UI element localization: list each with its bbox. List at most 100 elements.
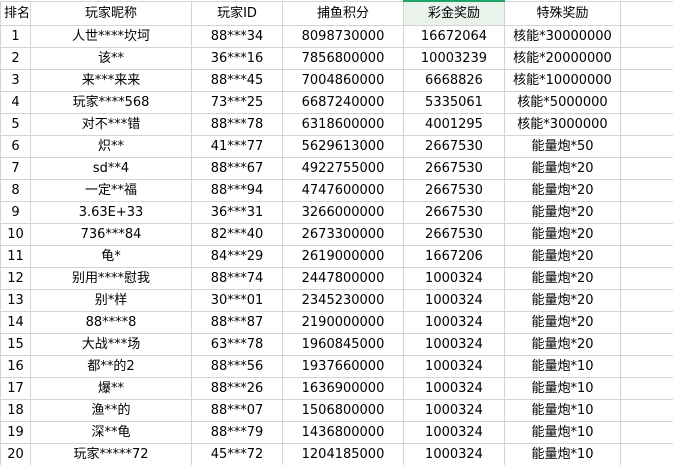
jackpot-cell[interactable]: 6668826 <box>403 69 505 92</box>
jackpot-cell[interactable]: 5335061 <box>403 91 505 114</box>
score-cell[interactable]: 3266000000 <box>282 201 404 224</box>
empty-cell[interactable] <box>620 201 673 224</box>
score-cell[interactable]: 7856800000 <box>282 47 404 70</box>
jackpot-cell[interactable]: 1000324 <box>403 443 505 465</box>
jackpot-cell[interactable]: 1000324 <box>403 333 505 356</box>
player-id-cell[interactable]: 88***07 <box>191 399 283 422</box>
player-id-cell[interactable]: 36***31 <box>191 201 283 224</box>
rank-cell[interactable]: 9 <box>0 201 31 224</box>
nickname-cell[interactable]: 深**龟 <box>30 421 192 444</box>
empty-cell[interactable] <box>620 91 673 114</box>
rank-cell[interactable]: 17 <box>0 377 31 400</box>
empty-cell[interactable] <box>620 223 673 246</box>
score-cell[interactable]: 1436800000 <box>282 421 404 444</box>
empty-cell[interactable] <box>620 135 673 158</box>
rank-cell[interactable]: 5 <box>0 113 31 136</box>
jackpot-cell[interactable]: 1000324 <box>403 311 505 334</box>
player-id-cell[interactable]: 63***78 <box>191 333 283 356</box>
special-cell[interactable]: 能量炮*10 <box>504 443 621 465</box>
special-cell[interactable]: 能量炮*10 <box>504 355 621 378</box>
jackpot-cell[interactable]: 1000324 <box>403 355 505 378</box>
rank-cell[interactable]: 2 <box>0 47 31 70</box>
empty-cell[interactable] <box>620 377 673 400</box>
nickname-cell[interactable]: 大战***场 <box>30 333 192 356</box>
score-cell[interactable]: 1506800000 <box>282 399 404 422</box>
rank-cell[interactable]: 18 <box>0 399 31 422</box>
rank-cell[interactable]: 13 <box>0 289 31 312</box>
empty-cell[interactable] <box>620 157 673 180</box>
rank-cell[interactable]: 16 <box>0 355 31 378</box>
empty-cell[interactable] <box>620 245 673 268</box>
rank-cell[interactable]: 4 <box>0 91 31 114</box>
rank-cell[interactable]: 8 <box>0 179 31 202</box>
nickname-cell[interactable]: 炽** <box>30 135 192 158</box>
jackpot-cell[interactable]: 2667530 <box>403 223 505 246</box>
jackpot-cell[interactable]: 1000324 <box>403 421 505 444</box>
jackpot-cell[interactable]: 1000324 <box>403 289 505 312</box>
player-id-cell[interactable]: 88***79 <box>191 421 283 444</box>
special-cell[interactable]: 能量炮*50 <box>504 135 621 158</box>
special-cell[interactable]: 能量炮*20 <box>504 267 621 290</box>
empty-cell[interactable] <box>620 421 673 444</box>
score-cell[interactable]: 1204185000 <box>282 443 404 465</box>
empty-cell[interactable] <box>620 69 673 92</box>
nickname-cell[interactable]: 玩家****568 <box>30 91 192 114</box>
empty-cell[interactable] <box>620 355 673 378</box>
special-cell[interactable]: 核能*10000000 <box>504 69 621 92</box>
empty-cell[interactable] <box>620 267 673 290</box>
jackpot-cell[interactable]: 2667530 <box>403 135 505 158</box>
jackpot-cell[interactable]: 1667206 <box>403 245 505 268</box>
empty-cell[interactable] <box>620 333 673 356</box>
jackpot-cell[interactable]: 1000324 <box>403 399 505 422</box>
player-id-cell[interactable]: 88***94 <box>191 179 283 202</box>
score-cell[interactable]: 2673300000 <box>282 223 404 246</box>
nickname-cell[interactable]: 88****8 <box>30 311 192 334</box>
empty-cell[interactable] <box>620 311 673 334</box>
jackpot-cell[interactable]: 16672064 <box>403 25 505 48</box>
special-cell[interactable]: 能量炮*20 <box>504 333 621 356</box>
player-id-cell[interactable]: 88***45 <box>191 69 283 92</box>
empty-cell[interactable] <box>620 179 673 202</box>
player-id-cell[interactable]: 88***78 <box>191 113 283 136</box>
jackpot-cell[interactable]: 2667530 <box>403 157 505 180</box>
player-id-cell[interactable]: 73***25 <box>191 91 283 114</box>
player-id-cell[interactable]: 30***01 <box>191 289 283 312</box>
score-cell[interactable]: 2619000000 <box>282 245 404 268</box>
special-cell[interactable]: 能量炮*20 <box>504 289 621 312</box>
rank-cell[interactable]: 6 <box>0 135 31 158</box>
score-cell[interactable]: 8098730000 <box>282 25 404 48</box>
header-cell-nickname[interactable]: 玩家昵称 <box>30 0 192 26</box>
nickname-cell[interactable]: 爆** <box>30 377 192 400</box>
special-cell[interactable]: 能量炮*10 <box>504 377 621 400</box>
rank-cell[interactable]: 19 <box>0 421 31 444</box>
rank-cell[interactable]: 15 <box>0 333 31 356</box>
header-cell-score[interactable]: 捕鱼积分 <box>282 0 404 26</box>
player-id-cell[interactable]: 88***67 <box>191 157 283 180</box>
score-cell[interactable]: 2447800000 <box>282 267 404 290</box>
score-cell[interactable]: 7004860000 <box>282 69 404 92</box>
special-cell[interactable]: 核能*3000000 <box>504 113 621 136</box>
header-cell-rank[interactable]: 排名 <box>0 0 31 26</box>
header-cell-special[interactable]: 特殊奖励 <box>504 0 621 26</box>
rank-cell[interactable]: 12 <box>0 267 31 290</box>
empty-cell[interactable] <box>620 399 673 422</box>
rank-cell[interactable]: 3 <box>0 69 31 92</box>
score-cell[interactable]: 1937660000 <box>282 355 404 378</box>
nickname-cell[interactable]: 3.63E+33 <box>30 201 192 224</box>
score-cell[interactable]: 1636900000 <box>282 377 404 400</box>
header-cell-jackpot[interactable]: 彩金奖励 <box>403 0 505 26</box>
special-cell[interactable]: 核能*5000000 <box>504 91 621 114</box>
nickname-cell[interactable]: 玩家*****72 <box>30 443 192 465</box>
nickname-cell[interactable]: 都**的2 <box>30 355 192 378</box>
special-cell[interactable]: 能量炮*20 <box>504 201 621 224</box>
score-cell[interactable]: 1960845000 <box>282 333 404 356</box>
special-cell[interactable]: 能量炮*20 <box>504 223 621 246</box>
empty-cell[interactable] <box>620 289 673 312</box>
special-cell[interactable]: 能量炮*20 <box>504 157 621 180</box>
rank-cell[interactable]: 7 <box>0 157 31 180</box>
nickname-cell[interactable]: 736***84 <box>30 223 192 246</box>
empty-cell[interactable] <box>620 0 673 26</box>
jackpot-cell[interactable]: 2667530 <box>403 201 505 224</box>
special-cell[interactable]: 能量炮*20 <box>504 179 621 202</box>
nickname-cell[interactable]: 渔**的 <box>30 399 192 422</box>
